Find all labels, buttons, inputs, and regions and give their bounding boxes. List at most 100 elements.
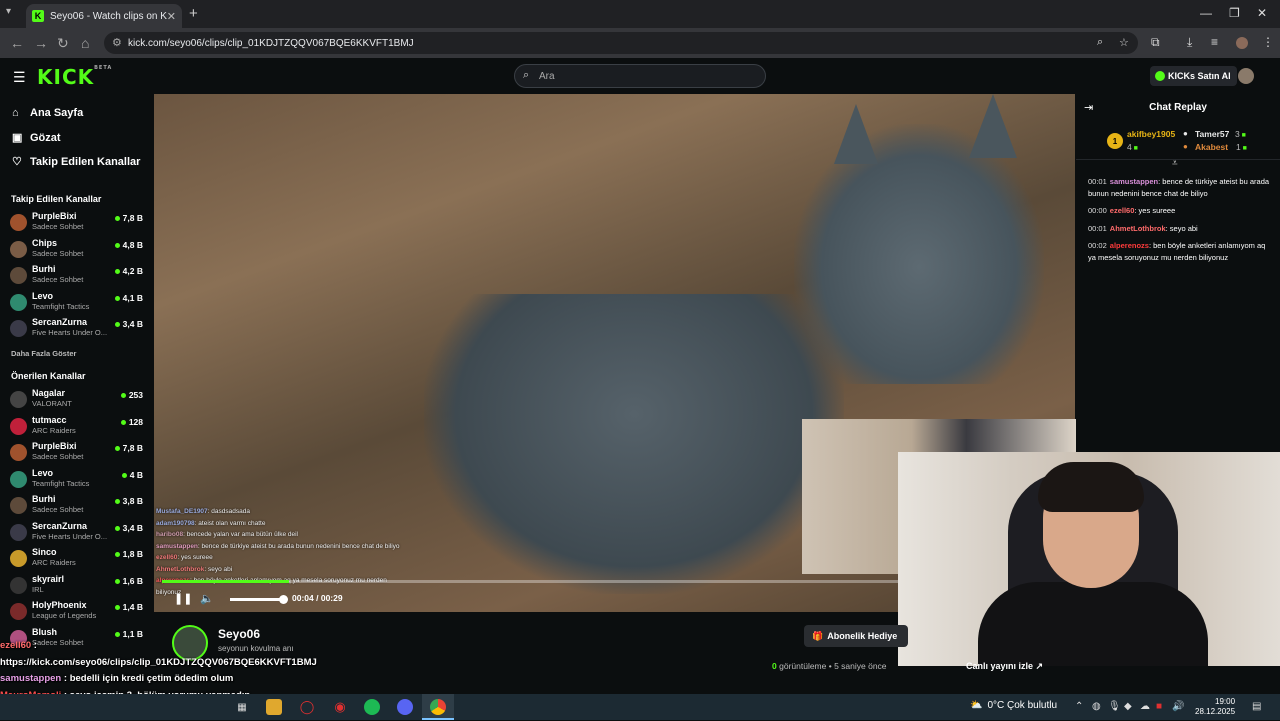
sidebar-channel-item[interactable]: Chips Sadece Sohbet 4,8 B	[10, 238, 146, 262]
hamburger-menu-icon[interactable]: ☰	[13, 69, 26, 86]
address-bar[interactable]: ⚙ kick.com/seyo06/clips/clip_01KDJTZQQV0…	[104, 32, 1138, 54]
close-window-icon[interactable]: ✕	[1257, 6, 1267, 20]
viewer-count: 4,8 B	[115, 240, 143, 250]
user-avatar[interactable]	[1238, 68, 1254, 84]
channel-name: Chips	[32, 237, 58, 248]
task-view-icon[interactable]: ▦	[234, 699, 250, 715]
video-frame-dog-ear	[834, 104, 878, 164]
back-icon[interactable]: ←	[10, 35, 24, 51]
message-username[interactable]: ezell60	[1110, 206, 1135, 215]
weather-widget[interactable]: ⛅ 0°C Çok bulutlu	[970, 700, 1057, 711]
download-icon[interactable]: ⤓	[1187, 35, 1192, 50]
tray-cloud-icon[interactable]: ☁	[1140, 701, 1150, 712]
search-input[interactable]: ⌕ Ara	[514, 64, 766, 88]
gift-icon: 🎁	[812, 630, 824, 641]
microphone-icon[interactable]: 🎙	[1108, 701, 1121, 712]
bookmark-star-icon[interactable]: ☆	[1119, 36, 1129, 49]
channel-category: Five Hearts Under O...	[32, 328, 108, 337]
sidebar-channel-item[interactable]: Levo Teamfight Tactics 4,1 B	[10, 291, 146, 315]
tray-chevron-icon[interactable]: ⌃	[1075, 701, 1083, 712]
volume-knob[interactable]	[279, 595, 288, 604]
sidebar-channel-item[interactable]: SercanZurna Five Hearts Under O... 3,4 B	[10, 317, 146, 341]
buy-kicks-button[interactable]: KICKs Satın Al	[1150, 66, 1237, 86]
spotify-icon[interactable]	[364, 699, 380, 715]
tray-app-icon[interactable]: ■	[1156, 701, 1162, 712]
channel-avatar	[10, 550, 27, 567]
sidebar-channel-item[interactable]: Nagalar VALORANT 253	[10, 388, 146, 412]
browser-tab[interactable]: K Seyo06 - Watch clips on Kick ✕	[26, 4, 182, 28]
channel-avatar	[10, 320, 27, 337]
channel-category: League of Legends	[32, 611, 97, 620]
rank-badge: 1	[1107, 133, 1123, 149]
browse-icon: ▣	[12, 132, 23, 144]
gifter-name[interactable]: Tamer57	[1195, 129, 1229, 139]
sidebar-item-browse[interactable]: ▣ Gözat	[12, 131, 61, 145]
extensions-icon[interactable]: ⧉	[1151, 35, 1160, 50]
minimize-icon[interactable]: —	[1200, 6, 1212, 20]
sidebar-channel-item[interactable]: Burhi Sadece Sohbet 4,2 B	[10, 264, 146, 288]
viewer-count: 3,8 B	[115, 496, 143, 506]
tab-list-icon[interactable]: ▾	[6, 6, 11, 17]
expand-gifters-icon[interactable]: ⩡	[1172, 158, 1178, 169]
channel-category: Sadece Sohbet	[32, 222, 84, 231]
menu-kebab-icon[interactable]: ⋮	[1262, 35, 1274, 49]
close-tab-icon[interactable]: ✕	[167, 10, 176, 23]
time-display: 00:04 / 00:29	[292, 593, 343, 603]
gift-subscription-button[interactable]: 🎁 Abonelik Hediye	[804, 625, 908, 647]
channel-category: Teamfight Tactics	[32, 478, 90, 488]
sidebar-channel-item[interactable]: PurpleBixi Sadece Sohbet 7,8 B	[10, 441, 146, 465]
home-browser-icon[interactable]: ⌂	[81, 35, 89, 51]
discord-icon[interactable]	[397, 699, 413, 715]
message-username[interactable]: AhmetLothbrok	[1110, 224, 1166, 233]
sidebar-channel-item[interactable]: Burhi Sadece Sohbet 3,8 B	[10, 494, 146, 518]
watch-live-button[interactable]: Canlı yayını izle ↗	[966, 661, 1043, 672]
channel-name: PurpleBixi	[32, 441, 77, 451]
zoom-icon[interactable]: ⌕	[1097, 36, 1103, 49]
taskbar: ▦ ◯ ◉ ⛅ 0°C Çok bulutlu ⌃ ◍ 🎙 ◆ ☁ ■ 🔊 19…	[0, 694, 1280, 720]
show-more-link[interactable]: Daha Fazla Göster	[11, 349, 76, 358]
media-control-icon[interactable]: ≡	[1211, 35, 1218, 49]
tray-app-icon[interactable]: ◆	[1124, 701, 1132, 712]
valorant-icon[interactable]: ◉	[332, 699, 348, 715]
heart-icon: ♡	[12, 156, 22, 168]
kick-logo[interactable]: KICKBETA	[37, 65, 112, 89]
sidebar-item-home[interactable]: ⌂ Ana Sayfa	[12, 107, 83, 119]
chrome-icon[interactable]	[430, 699, 446, 715]
gifter-name[interactable]: akifbey1905	[1127, 129, 1175, 139]
gifter-name[interactable]: Akabest	[1195, 142, 1228, 152]
notification-icon[interactable]: ▤	[1252, 701, 1261, 712]
volume-slider[interactable]	[230, 595, 288, 604]
sidebar-channel-item[interactable]: skyrairl IRL 1,6 B	[10, 574, 146, 598]
new-tab-icon[interactable]: +	[189, 5, 198, 22]
sidebar-channel-item[interactable]: SercanZurna Five Hearts Under O... 3,4 B	[10, 521, 146, 545]
message-username[interactable]: alperenozs	[1110, 241, 1149, 250]
sidebar-item-following[interactable]: ♡ Takip Edilen Kanallar	[12, 155, 140, 169]
file-explorer-icon[interactable]	[266, 699, 282, 715]
url-text: kick.com/seyo06/clips/clip_01KDJTZQQV067…	[128, 37, 414, 49]
channel-avatar	[10, 293, 27, 311]
site-info-icon[interactable]: ⚙	[112, 36, 122, 49]
profile-avatar[interactable]	[1236, 37, 1248, 49]
volume-icon[interactable]: 🔈	[200, 592, 214, 605]
sidebar-channel-item[interactable]: HolyPhoenix League of Legends 1,4 B	[10, 600, 146, 624]
gifter-count: 4	[1127, 142, 1138, 152]
opera-gx-icon[interactable]: ◯	[299, 699, 315, 715]
tray-app-icon[interactable]: ◍	[1092, 701, 1101, 712]
current-time: 00:04	[292, 593, 314, 603]
sidebar-channel-item[interactable]: Sinco ARC Raiders 1,8 B	[10, 547, 146, 571]
reload-icon[interactable]: ↻	[57, 35, 69, 52]
pause-icon[interactable]: ❚❚	[174, 592, 192, 605]
sidebar-channel-item[interactable]: PurpleBixi Sadece Sohbet 7,8 B	[10, 211, 146, 235]
message-username[interactable]: samustappen	[1110, 177, 1158, 186]
overlay-chat-line: samustappen : bedelli için kredi çetim ö…	[0, 671, 350, 688]
system-clock[interactable]: 19:00 28.12.2025	[1195, 697, 1235, 717]
webcam-overlay	[898, 452, 1280, 666]
restore-icon[interactable]: ❐	[1229, 6, 1240, 20]
channel-name: Nagalar	[32, 388, 66, 398]
forward-icon[interactable]: →	[34, 35, 48, 51]
sidebar-channel-item[interactable]: tutmacc ARC Raiders 128	[10, 415, 146, 439]
speaker-icon[interactable]: 🔊	[1172, 701, 1184, 712]
webcam-person-hair	[1038, 462, 1144, 512]
sidebar-channel-item[interactable]: Levo Teamfight Tactics 4 B	[10, 468, 146, 492]
embedded-chat-line: Mustafa_DE1907: dasdsadsada	[156, 506, 406, 518]
